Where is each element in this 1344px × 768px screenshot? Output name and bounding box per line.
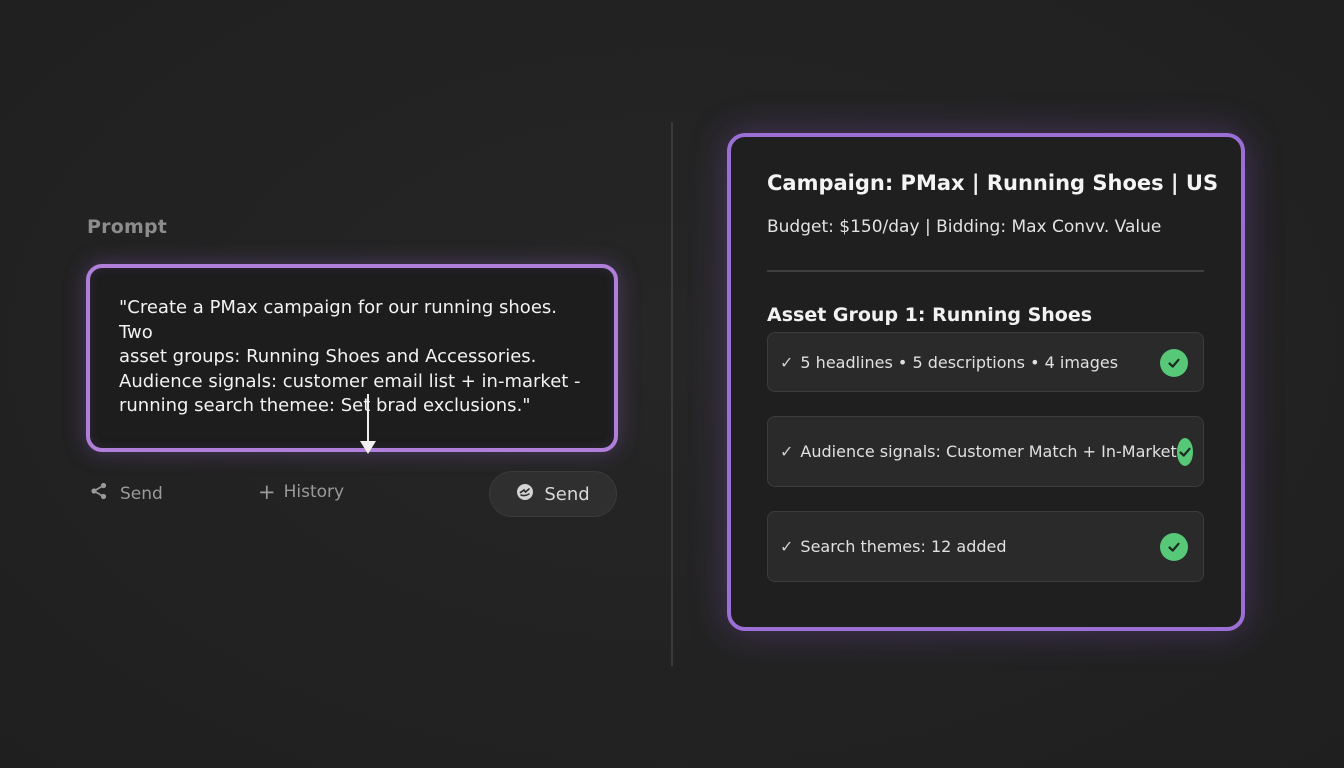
share-button[interactable]: Send — [90, 482, 163, 505]
send-icon — [516, 483, 534, 506]
checkmark-icon: ✓ — [780, 442, 794, 461]
row-label: 5 headlines • 5 descriptions • 4 images — [800, 352, 1119, 372]
checkmark-icon: ✓ — [780, 352, 794, 372]
audience-signals-row[interactable]: ✓ Audience signals: Customer Match + In-… — [767, 416, 1204, 487]
campaign-title: Campaign: PMax | Running Shoes | US — [767, 171, 1219, 195]
share-button-label: Send — [120, 483, 163, 504]
card-divider — [767, 270, 1204, 272]
check-circle-icon — [1160, 532, 1188, 561]
send-button-label: Send — [544, 483, 590, 505]
plus-icon: + — [258, 480, 276, 504]
asset-group-title: Asset Group 1: Running Shoes — [767, 304, 1093, 326]
send-button[interactable]: Send — [489, 471, 617, 517]
check-circle-icon — [1176, 437, 1193, 466]
prompt-text: "Create a PMax campaign for our running … — [119, 297, 581, 416]
panel-divider — [671, 122, 673, 666]
history-button-label: History — [283, 482, 345, 502]
row-label: Search themes: 12 added — [800, 537, 1007, 556]
cursor-arrow-icon — [360, 441, 376, 454]
checkmark-icon: ✓ — [780, 537, 794, 556]
check-circle-icon — [1160, 349, 1188, 377]
cursor-arrow-line — [367, 394, 369, 444]
share-icon — [90, 482, 108, 505]
campaign-meta: Budget: $150/day | Bidding: Max Convv. V… — [767, 217, 1162, 237]
asset-summary-row[interactable]: ✓ 5 headlines • 5 descriptions • 4 image… — [767, 332, 1204, 392]
prompt-label: Prompt — [87, 216, 168, 238]
history-button[interactable]: + History — [258, 480, 345, 504]
row-label: Audience signals: Customer Match + In-Ma… — [800, 442, 1177, 461]
search-themes-row[interactable]: ✓ Search themes: 12 added — [767, 511, 1204, 582]
